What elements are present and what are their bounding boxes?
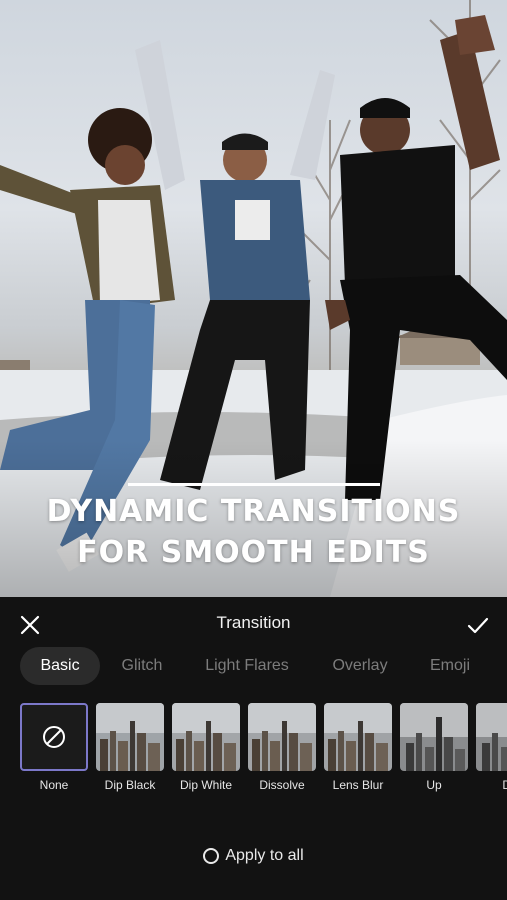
transition-none-thumb[interactable] [20, 703, 88, 771]
transition-label-down: Do [502, 778, 507, 792]
transition-label-up: Up [426, 778, 442, 792]
city-skyline-thumbnail [248, 703, 316, 771]
city-skyline-thumbnail [96, 703, 164, 771]
headline-divider [128, 483, 380, 486]
apply-to-all-toggle[interactable]: Apply to all [203, 847, 304, 865]
apply-to-all-label: Apply to all [225, 847, 304, 864]
tab-emoji[interactable]: Emoji [420, 647, 480, 685]
preview-image: DYNAMIC TRANSITIONS FOR SMOOTH EDITS [0, 0, 507, 597]
transition-label-lens-blur: Lens Blur [332, 778, 384, 792]
headline-line-2: FOR SMOOTH EDITS [77, 535, 430, 570]
transition-label-dissolve: Dissolve [259, 778, 305, 792]
transition-list: None Dip Black Dip White Dissolve Lens B… [0, 703, 507, 803]
transition-dissolve-thumb[interactable] [248, 703, 316, 771]
transition-label-dip-white: Dip White [179, 778, 232, 792]
transition-category-tabs: Basic Glitch Light Flares Overlay Emoji [0, 647, 507, 687]
transition-label-dip-black: Dip Black [104, 778, 156, 792]
city-skyline-thumbnail [476, 703, 507, 771]
transition-label-none: None [39, 778, 69, 792]
panel-top-bar: Transition [0, 597, 507, 649]
city-skyline-thumbnail [324, 703, 392, 771]
city-skyline-thumbnail [172, 703, 240, 771]
city-skyline-thumbnail [400, 703, 468, 771]
tab-overlay[interactable]: Overlay [322, 647, 398, 685]
radio-circle-icon [203, 848, 220, 864]
transition-dip-white-thumb[interactable] [172, 703, 240, 771]
panel-title: Transition [216, 613, 291, 632]
transition-panel: Transition Basic Glitch Light Flares Ove… [0, 597, 507, 900]
check-icon [467, 617, 489, 634]
transition-down-thumb[interactable] [476, 703, 507, 771]
transition-up-thumb[interactable] [400, 703, 468, 771]
no-effect-icon [43, 726, 65, 748]
headline-line-1: DYNAMIC TRANSITIONS [46, 494, 461, 529]
tab-glitch[interactable]: Glitch [112, 647, 172, 685]
tab-light-flares[interactable]: Light Flares [194, 647, 300, 685]
confirm-button[interactable] [461, 609, 495, 641]
transition-lens-blur-thumb[interactable] [324, 703, 392, 771]
tab-basic[interactable]: Basic [20, 647, 100, 685]
apply-to-all-row: Apply to all [0, 847, 507, 871]
transition-dip-black-thumb[interactable] [96, 703, 164, 771]
